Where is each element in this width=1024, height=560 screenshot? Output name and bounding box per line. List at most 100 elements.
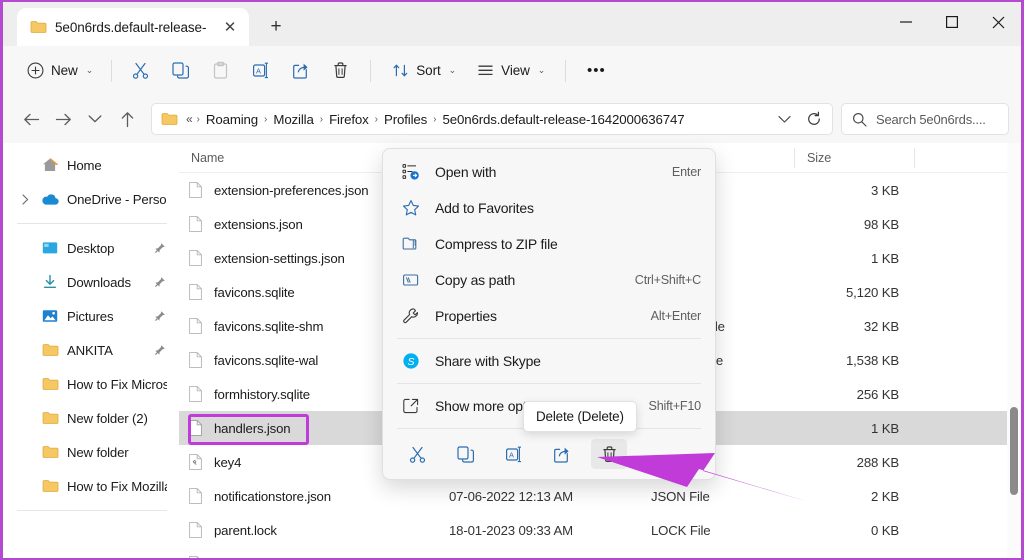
sidebar-item-ankita[interactable]: ANKITA (7, 333, 175, 367)
menu-item-accel: Shift+F10 (649, 399, 701, 413)
search-input[interactable]: Search 5e0n6rds.... (841, 103, 1009, 135)
view-button[interactable]: View ⌄ (467, 54, 554, 88)
rename-button[interactable]: A (241, 54, 279, 88)
maximize-button[interactable] (929, 2, 975, 42)
delete-icon (331, 61, 350, 80)
back-arrow-icon (23, 112, 40, 127)
menu-cut-button[interactable] (399, 439, 435, 469)
file-size-cell: 0 KB (795, 523, 915, 538)
menu-item-add-to-favorites[interactable]: Add to Favorites (387, 190, 711, 226)
menu-copy-button[interactable] (447, 439, 483, 469)
refresh-button[interactable] (800, 105, 828, 133)
recent-locations-button[interactable] (79, 103, 111, 135)
menu-item-compress-to-zip[interactable]: Compress to ZIP file (387, 226, 711, 262)
file-name: parent.lock (214, 523, 277, 538)
sidebar-item-label: New folder (67, 445, 167, 460)
sidebar-item-home[interactable]: Home (7, 148, 175, 182)
back-button[interactable] (15, 103, 47, 135)
cut-button[interactable] (121, 54, 159, 88)
breadcrumb-item-firefox[interactable]: Firefox (324, 112, 374, 127)
sidebar-item-new-folder[interactable]: New folder (7, 435, 175, 469)
sort-button[interactable]: Sort ⌄ (382, 54, 465, 88)
pin-icon[interactable] (153, 276, 167, 289)
table-row[interactable]: notificationstore.json 07-06-2022 12:13 … (179, 479, 1021, 513)
table-row[interactable]: parent.lock 18-01-2023 09:33 AM LOCK Fil… (179, 513, 1021, 547)
copy-button[interactable] (161, 54, 199, 88)
breadcrumb-item-profile[interactable]: 5e0n6rds.default-release-1642000636747 (437, 112, 689, 127)
share-button[interactable] (281, 54, 319, 88)
folder-icon (41, 343, 59, 357)
scrollbar-thumb[interactable] (1010, 407, 1018, 495)
menu-delete-button[interactable] (591, 439, 627, 469)
table-row-partial[interactable] (179, 547, 1021, 558)
chevron-down-icon: ⌄ (86, 65, 94, 76)
explorer-tab[interactable]: 5e0n6rds.default-release- ✕ (17, 8, 249, 46)
sidebar-item-desktop[interactable]: Desktop (7, 231, 175, 265)
window-close-button[interactable] (975, 2, 1021, 42)
toolbar-divider-3 (565, 60, 566, 82)
pin-icon[interactable] (153, 242, 167, 255)
column-header-size[interactable]: Size (795, 143, 915, 173)
menu-item-accel: Enter (672, 165, 701, 179)
sidebar-item-how-to-fix-microsoft[interactable]: How to Fix Microso (7, 367, 175, 401)
sidebar-item-label: Home (67, 158, 167, 173)
chevron-down-icon: ⌄ (449, 65, 457, 76)
sidebar-item-downloads[interactable]: Downloads (7, 265, 175, 299)
menu-item-accel: Ctrl+Shift+C (635, 273, 701, 287)
menu-action-row: A (387, 433, 711, 475)
breadcrumb-item-roaming[interactable]: Roaming (201, 112, 263, 127)
delete-button[interactable] (321, 54, 359, 88)
menu-item-properties[interactable]: Properties Alt+Enter (387, 298, 711, 334)
sidebar-item-onedrive[interactable]: OneDrive - Person (7, 182, 175, 216)
forward-button[interactable] (47, 103, 79, 135)
navigation-bar: « › Roaming › Mozilla › Firefox › Profil… (3, 95, 1021, 143)
toolbar-divider-2 (370, 60, 371, 82)
breadcrumb-overflow[interactable]: « (180, 112, 196, 126)
sidebar-item-pictures[interactable]: Pictures (7, 299, 175, 333)
vertical-scrollbar[interactable] (1007, 143, 1021, 558)
file-icon (189, 182, 205, 198)
file-name: formhistory.sqlite (214, 387, 310, 402)
folder-icon (41, 445, 59, 459)
window-controls (883, 2, 1021, 42)
search-placeholder: Search 5e0n6rds.... (876, 112, 986, 127)
file-size-cell: 288 KB (795, 455, 915, 470)
up-one-level-button[interactable] (111, 103, 143, 135)
menu-item-copy-as-path[interactable]: Copy as path Ctrl+Shift+C (387, 262, 711, 298)
menu-item-label: Share with Skype (435, 353, 687, 369)
pin-icon[interactable] (153, 344, 167, 357)
folder-icon (41, 479, 59, 493)
paste-button[interactable] (201, 54, 239, 88)
chevron-down-icon (778, 115, 791, 124)
new-tab-button[interactable]: + (259, 10, 293, 44)
chevron-right-icon[interactable] (17, 194, 33, 205)
sort-icon (391, 62, 409, 79)
menu-item-accel: Alt+Enter (651, 309, 701, 323)
menu-divider-2 (397, 383, 701, 384)
rename-icon: A (504, 445, 523, 464)
sidebar-item-how-to-fix-mozilla[interactable]: How to Fix Mozilla (7, 469, 175, 503)
file-type-cell: LOCK File (639, 523, 795, 538)
menu-rename-button[interactable]: A (495, 439, 531, 469)
menu-item-open-with[interactable]: Open with Enter (387, 154, 711, 190)
pictures-icon (41, 309, 59, 323)
breadcrumb-item-profiles[interactable]: Profiles (379, 112, 432, 127)
pin-icon[interactable] (153, 310, 167, 323)
menu-share-button[interactable] (543, 439, 579, 469)
minimize-button[interactable] (883, 2, 929, 42)
address-bar[interactable]: « › Roaming › Mozilla › Firefox › Profil… (151, 103, 833, 135)
new-button[interactable]: New ⌄ (17, 54, 102, 88)
forward-arrow-icon (55, 112, 72, 127)
more-options-button[interactable]: ••• (577, 54, 615, 88)
cut-icon (408, 445, 427, 464)
sidebar-item-label: Desktop (67, 241, 145, 256)
file-name: extensions.json (214, 217, 303, 232)
sidebar-item-new-folder-2[interactable]: New folder (2) (7, 401, 175, 435)
wrench-icon (401, 307, 421, 325)
address-bar-actions (770, 105, 828, 133)
menu-item-share-with-skype[interactable]: S Share with Skype (387, 343, 711, 379)
breadcrumb-item-mozilla[interactable]: Mozilla (268, 112, 318, 127)
close-icon[interactable]: ✕ (219, 16, 241, 38)
home-icon (41, 157, 59, 173)
address-dropdown-button[interactable] (770, 105, 798, 133)
